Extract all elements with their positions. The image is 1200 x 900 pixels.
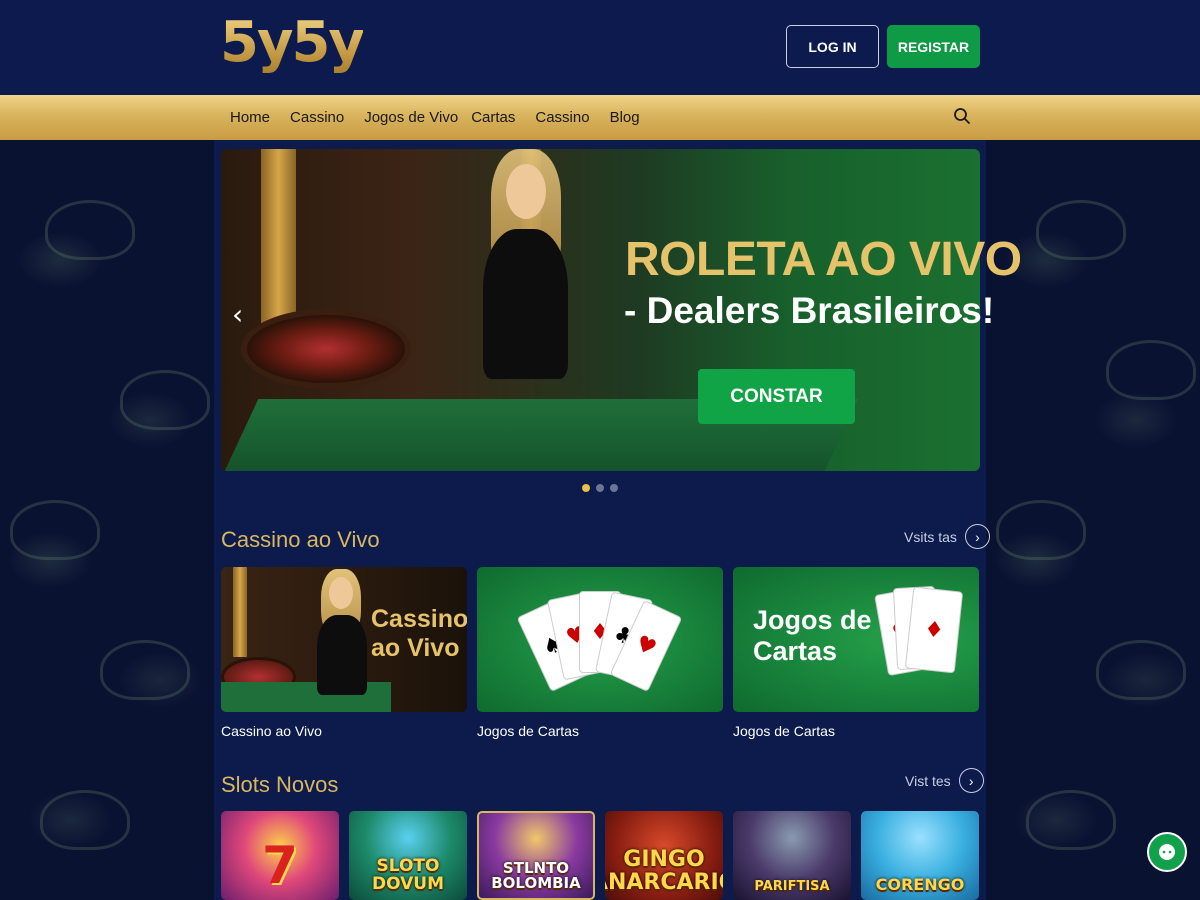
carousel-dot[interactable] (582, 484, 590, 492)
curtain-decoration (233, 567, 247, 657)
slot-game-tile[interactable]: PARIFTISA (733, 811, 851, 900)
site-header: 5y5y LOG IN REGISTAR (0, 0, 1200, 95)
card-label[interactable]: Jogos de Cartas (477, 723, 579, 739)
register-button[interactable]: REGISTAR (887, 25, 980, 68)
carousel-dot[interactable] (596, 484, 604, 492)
nav-jogos-de-vivo[interactable]: Jogos de Vivo (364, 109, 458, 126)
dealer-face (506, 164, 546, 219)
carnival-mask-icon (996, 500, 1086, 560)
section-title-live: Cassino ao Vivo (221, 527, 380, 552)
slot-name: GINGO CANARCARIOS (605, 846, 723, 895)
chat-bubble-icon (1159, 844, 1175, 860)
slot-name: STLNTO BOLOMBIA (491, 858, 581, 893)
carnival-mask-icon (10, 500, 100, 560)
view-all-live[interactable]: Vsits tas › (904, 524, 990, 549)
carnival-mask-icon (1036, 200, 1126, 260)
slot-name: PARIFTISA (754, 879, 830, 895)
nav-cassino-2[interactable]: Cassino (535, 109, 589, 126)
dealer-body (483, 229, 568, 379)
slot-name: 7 (261, 836, 299, 897)
dealer-face (329, 577, 353, 609)
main-navigation: Home Cassino Jogos de Vivo Cartas Cassin… (0, 95, 1200, 140)
playing-card-diamond-icon: ♦ (904, 586, 964, 674)
dealer-body (317, 615, 367, 695)
carnival-mask-icon (40, 790, 130, 850)
slot-name: CORENGO (875, 875, 965, 895)
chevron-right-icon[interactable]: › (964, 524, 990, 549)
slot-name: SLOTO DOVUM (372, 856, 444, 895)
hero-subtitle: - Dealers Brasileiros! (624, 290, 995, 331)
nav-home[interactable]: Home (230, 109, 270, 126)
slot-game-tile[interactable]: 7 (221, 811, 339, 900)
hero-title: ROLETA AO VIVO (625, 233, 1022, 286)
chevron-right-icon[interactable]: › (958, 768, 984, 793)
carnival-mask-icon (120, 370, 210, 430)
nav-cassino[interactable]: Cassino (290, 109, 344, 126)
slot-game-tile[interactable]: CORENGO (861, 811, 979, 900)
game-card[interactable]: Cassino ao Vivo (221, 567, 467, 712)
hero-cta-button[interactable]: CONSTAR (698, 369, 855, 424)
nav-cartas[interactable]: Cartas (471, 109, 515, 126)
site-logo[interactable]: 5y5y (220, 10, 365, 75)
carousel-next-icon[interactable]: › (953, 298, 964, 331)
view-all-label: Vsits tas (904, 528, 957, 545)
carousel-dot[interactable] (610, 484, 618, 492)
carnival-mask-icon (1096, 640, 1186, 700)
card-overlay-text: Jogos de Cartas (753, 605, 872, 667)
game-card[interactable]: ♠ ♥ ♦ ♣ ♥ (477, 567, 723, 712)
view-all-label: Vist tes (905, 772, 951, 789)
slot-game-tile[interactable]: STLNTO BOLOMBIA (477, 811, 595, 900)
slot-game-tile[interactable]: GINGO CANARCARIOS (605, 811, 723, 900)
carnival-mask-icon (1026, 790, 1116, 850)
search-icon[interactable] (953, 107, 971, 125)
slot-game-tile[interactable]: SLOTO DOVUM (349, 811, 467, 900)
carnival-mask-icon (45, 200, 135, 260)
card-label[interactable]: Jogos de Cartas (733, 723, 835, 739)
left-decorative-background (0, 140, 215, 900)
card-label[interactable]: Cassino ao Vivo (221, 723, 322, 739)
carousel-dots (582, 484, 618, 492)
carousel-prev-icon[interactable]: ‹ (232, 298, 243, 331)
login-button[interactable]: LOG IN (786, 25, 879, 68)
roulette-wheel-image (241, 309, 411, 389)
nav-blog[interactable]: Blog (610, 109, 640, 126)
section-title-slots: Slots Novos (221, 772, 339, 797)
chat-support-button[interactable] (1147, 832, 1187, 872)
card-overlay-text: Cassino ao Vivo (371, 605, 467, 662)
game-card[interactable]: Jogos de Cartas ♥ ♦ ♦ (733, 567, 979, 712)
view-all-slots[interactable]: Vist tes › (905, 768, 984, 793)
carnival-mask-icon (1106, 340, 1196, 400)
carnival-mask-icon (100, 640, 190, 700)
